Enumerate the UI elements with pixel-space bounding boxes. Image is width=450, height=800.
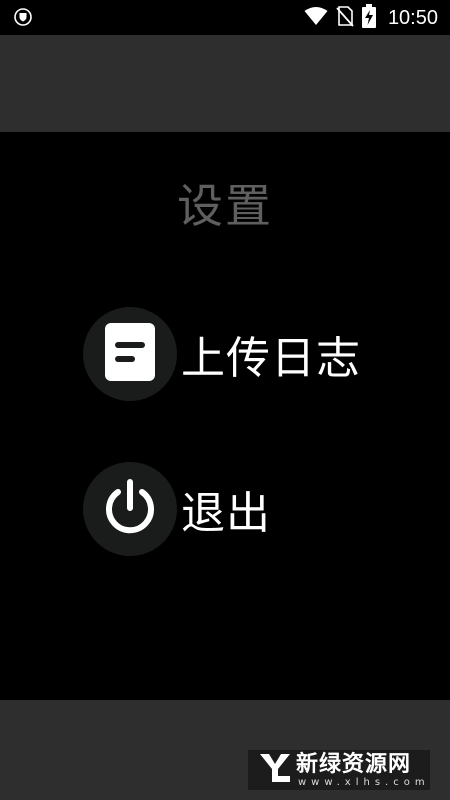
upload-log-button[interactable]: 上传日志: [83, 307, 361, 401]
page-title: 设置: [177, 179, 273, 233]
watermark-title: 新绿资源网: [296, 751, 412, 777]
battery-charging-icon: [361, 4, 376, 32]
power-icon: [103, 478, 157, 540]
document-icon: [105, 323, 155, 385]
watermark-subtitle: www.xlhs.com: [298, 776, 430, 788]
wifi-icon: [304, 6, 328, 30]
top-app-bar: [0, 35, 450, 132]
watermark: 新绿资源网 www.xlhs.com: [248, 750, 430, 790]
logout-button[interactable]: 退出: [83, 462, 271, 556]
upload-log-icon-circle[interactable]: [83, 307, 177, 401]
status-bar: 10:50: [0, 0, 450, 35]
no-sim-icon: [336, 5, 354, 31]
upload-log-label[interactable]: 上传日志: [181, 322, 361, 386]
logout-label[interactable]: 退出: [181, 477, 271, 541]
clock: 10:50: [387, 6, 438, 29]
xl-logo-icon: [258, 751, 292, 789]
logout-icon-circle[interactable]: [83, 462, 177, 556]
shield-icon: [14, 8, 32, 26]
settings-panel: 设置 上传日志 退出: [0, 132, 450, 700]
